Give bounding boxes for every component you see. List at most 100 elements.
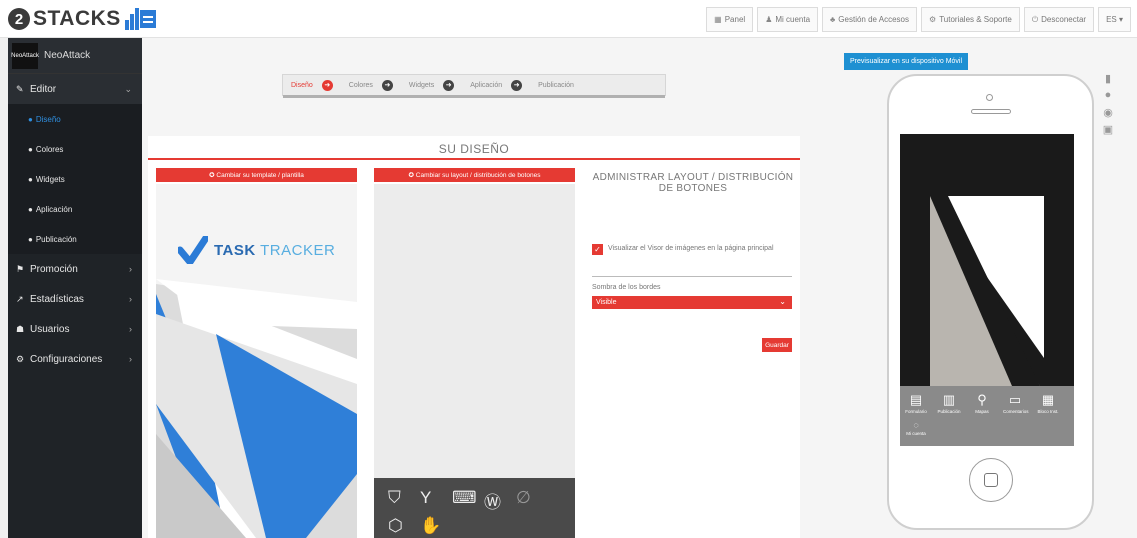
android-robot-icon[interactable]: ◉ bbox=[1101, 106, 1115, 119]
language-dropdown[interactable]: ES ▾ bbox=[1098, 7, 1131, 32]
menu-item-mi-cuenta[interactable]: ◌ Mi cuenta bbox=[904, 420, 928, 436]
speaker-icon bbox=[971, 109, 1011, 114]
settings-title: ADMINISTRAR LAYOUT / DISTRIBUCIÓN DE BOT… bbox=[592, 172, 794, 194]
arrow-right-icon: ➜ bbox=[321, 79, 333, 91]
wizard-steps: Diseño ➜ Colores ➜ Widgets ➜ Aplicación ➜ Pu… bbox=[282, 74, 666, 98]
sidebar-item-editor[interactable]: ✎ Editor ⌄ bbox=[8, 74, 142, 104]
android-icon[interactable]: ▮ bbox=[1101, 72, 1115, 85]
gear-icon: ⚙ bbox=[929, 15, 937, 24]
chevron-right-icon: › bbox=[129, 324, 132, 334]
phone-screen[interactable]: ▤ Formulario ▥ Publicación ⚲ Mapas ▭ Comenta… bbox=[900, 134, 1074, 446]
sidebar-subitem-publicacion[interactable]: ● Publicación bbox=[8, 224, 142, 254]
template-preview[interactable]: TASK TRACKER bbox=[156, 184, 357, 538]
mobile-preview-button[interactable]: Previsualizar en su dispositivo Móvil bbox=[844, 53, 969, 70]
shadow-select-label: Sombra de los bordes bbox=[592, 284, 661, 291]
nav-panel-button[interactable]: ▦ Panel bbox=[706, 7, 754, 32]
sidebar-item-configuraciones[interactable]: ⚙ Configuraciones › bbox=[8, 344, 142, 374]
gear-icon: ● bbox=[28, 144, 33, 154]
step-progress-bar bbox=[283, 95, 665, 98]
dashboard-icon: ▦ bbox=[714, 15, 722, 24]
chart-icon: ↗ bbox=[16, 293, 24, 304]
nav-logout-button[interactable]: ⏻ Desconectar bbox=[1023, 7, 1095, 32]
hand-icon: ✋ bbox=[420, 516, 442, 535]
account-avatar: NeoAttack bbox=[11, 42, 39, 69]
document-icon: ▥ bbox=[942, 392, 956, 407]
chevron-down-icon: ⌄ bbox=[124, 83, 132, 94]
menu-item-comentarios[interactable]: ▭ Comentarios bbox=[1003, 392, 1029, 414]
save-button[interactable]: Guardar bbox=[762, 338, 792, 352]
gear-icon: ● bbox=[28, 204, 33, 214]
chevron-right-icon: › bbox=[129, 294, 132, 304]
shadow-select[interactable]: Visible ⌄ bbox=[592, 296, 792, 309]
change-template-button[interactable]: ✪ Cambiar su template / plantilla bbox=[156, 168, 357, 182]
apple-icon[interactable]: ● bbox=[1101, 89, 1115, 101]
chevron-down-icon: ⌄ bbox=[779, 297, 786, 306]
top-bar: 2 STACKS ▦ Panel ♟ Mi cuenta ♣ Gestión de A… bbox=[0, 0, 1137, 38]
sidebar-subitem-colores[interactable]: ● Colores bbox=[8, 134, 142, 164]
map-pin-icon: ⚲ bbox=[977, 392, 987, 407]
power-icon: ⏻ bbox=[1031, 14, 1039, 24]
arrow-right-icon: ➜ bbox=[511, 79, 523, 91]
sidebar: NeoAttack NeoAttack ✎ Editor ⌄ ● Diseño ●… bbox=[8, 38, 142, 538]
image-viewer-option[interactable]: ✓ Visualizar el Visor de imágenes en la … bbox=[592, 244, 792, 255]
step-aplicacion[interactable]: Aplicación ➜ bbox=[462, 79, 530, 91]
users-icon: ♣ bbox=[830, 15, 836, 24]
layout-icon-bar: ⛉ Y ⌨ Ⓦ ∅ ⬡ ✋ bbox=[374, 478, 575, 538]
gear-icon: ● bbox=[28, 114, 33, 124]
phone-menu-bar: ▤ Formulario ▥ Publicación ⚲ Mapas ▭ Comenta… bbox=[900, 386, 1074, 446]
brand-menu-icon bbox=[139, 10, 156, 28]
layout-preview[interactable]: ⛉ Y ⌨ Ⓦ ∅ ⬡ ✋ bbox=[374, 184, 575, 538]
users-icon: ☗ bbox=[16, 323, 25, 334]
bullhorn-icon: ⚑ bbox=[16, 263, 25, 274]
divider bbox=[592, 276, 792, 277]
top-navigation: ▦ Panel ♟ Mi cuenta ♣ Gestión de Accesos ⚙ T… bbox=[706, 7, 1131, 32]
menu-item-publicacion[interactable]: ▥ Publicación bbox=[937, 392, 961, 414]
nav-account-button[interactable]: ♟ Mi cuenta bbox=[757, 7, 819, 32]
brand-bars-icon bbox=[124, 8, 139, 30]
layout-settings: ADMINISTRAR LAYOUT / DISTRIBUCIÓN DE BOT… bbox=[588, 172, 798, 372]
keyboard-icon: ⌨ bbox=[452, 488, 477, 507]
sidebar-subitem-aplicacion[interactable]: ● Aplicación bbox=[8, 194, 142, 224]
panel-title: SU DISEÑO bbox=[148, 136, 800, 160]
check-icon[interactable]: ✓ bbox=[592, 244, 603, 255]
sidebar-subitem-diseno[interactable]: ● Diseño bbox=[8, 104, 142, 134]
pencil-icon: ✎ bbox=[16, 83, 24, 94]
shopify-icon: ⛉ bbox=[388, 488, 401, 507]
menu-item-bloco[interactable]: ▦ Bloco Inst. bbox=[1036, 392, 1060, 414]
nav-access-button[interactable]: ♣ Gestión de Accesos bbox=[822, 7, 918, 32]
menu-item-mapas[interactable]: ⚲ Mapas bbox=[970, 392, 994, 414]
task-tracker-logo: TASK TRACKER bbox=[178, 236, 335, 264]
home-button bbox=[969, 458, 1013, 502]
user-icon: ◌ bbox=[913, 420, 919, 430]
html5-icon[interactable]: ▣ bbox=[1101, 123, 1115, 136]
cogs-icon: ⚙ bbox=[16, 353, 25, 364]
link-icon: ∅ bbox=[516, 488, 531, 507]
os-icons: ▮ ● ◉ ▣ bbox=[1101, 72, 1115, 136]
user-icon: ♟ bbox=[765, 15, 773, 24]
gear-icon: ● bbox=[28, 174, 33, 184]
nav-tutorials-button[interactable]: ⚙ Tutoriales & Soporte bbox=[921, 7, 1020, 32]
sidebar-subitem-widgets[interactable]: ● Widgets bbox=[8, 164, 142, 194]
brand-name: STACKS bbox=[33, 7, 121, 30]
brand-badge: 2 bbox=[8, 8, 30, 30]
sidebar-item-promocion[interactable]: ⚑ Promoción › bbox=[8, 254, 142, 284]
step-colores[interactable]: Colores ➜ bbox=[341, 79, 401, 91]
book-icon: ▭ bbox=[1008, 392, 1022, 407]
sidebar-item-usuarios[interactable]: ☗ Usuarios › bbox=[8, 314, 142, 344]
brand-logo[interactable]: 2 STACKS bbox=[8, 7, 156, 31]
step-publicacion[interactable]: Publicación bbox=[530, 82, 582, 89]
gear-icon: ● bbox=[28, 234, 33, 244]
step-widgets[interactable]: Widgets ➜ bbox=[401, 79, 462, 91]
menu-item-formulario[interactable]: ▤ Formulario bbox=[904, 392, 928, 414]
account-name: NeoAttack bbox=[44, 50, 91, 61]
phone-mockup: ▤ Formulario ▥ Publicación ⚲ Mapas ▭ Comenta… bbox=[887, 74, 1094, 530]
arrow-right-icon: ➜ bbox=[381, 79, 393, 91]
grid-icon: ▦ bbox=[1041, 392, 1055, 407]
main-content: Diseño ➜ Colores ➜ Widgets ➜ Aplicación ➜ Pu… bbox=[142, 38, 1137, 538]
sidebar-item-estadisticas[interactable]: ↗ Estadísticas › bbox=[8, 284, 142, 314]
step-diseno[interactable]: Diseño ➜ bbox=[283, 79, 341, 91]
account-header[interactable]: NeoAttack NeoAttack bbox=[8, 38, 142, 74]
change-layout-button[interactable]: ✪ Cambiar su layout / distribución de bo… bbox=[374, 168, 575, 182]
wordpress-icon: Ⓦ bbox=[484, 493, 501, 512]
camera-icon bbox=[986, 94, 993, 101]
